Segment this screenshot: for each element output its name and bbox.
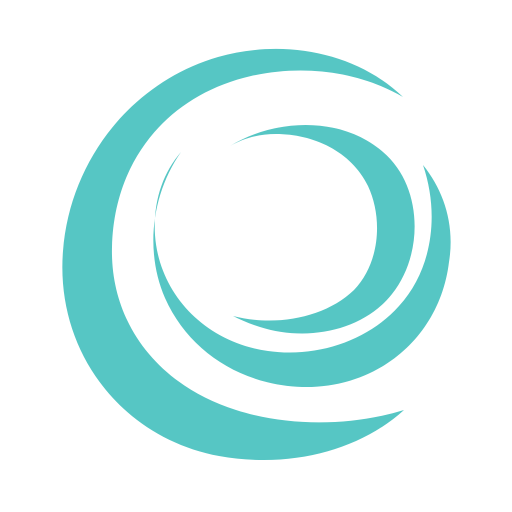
logo-canvas [0,0,512,512]
inner-crescent-arc [230,124,415,334]
outer-crescent-arc [62,48,405,461]
swirl-logo-icon [62,48,451,461]
